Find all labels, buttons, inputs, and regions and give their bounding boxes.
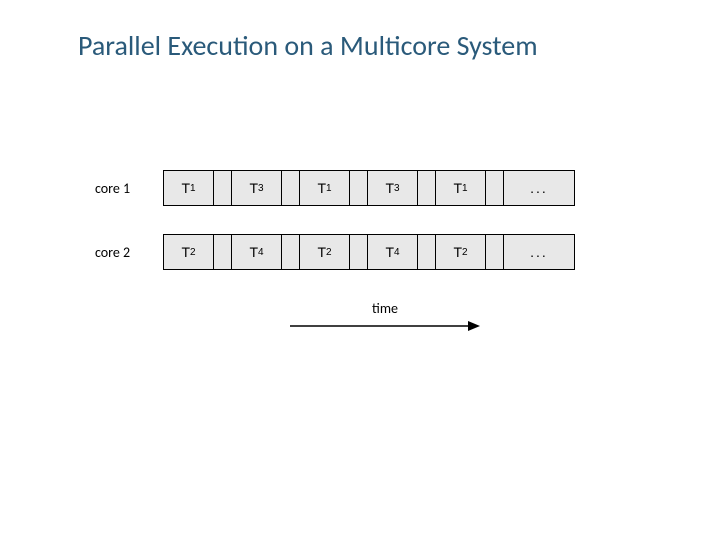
core1-gap-4 [418,171,436,205]
core-2-track: T2 T4 T2 T4 T2 ... [163,234,575,270]
core1-slot-2: T3 [232,171,282,205]
core2-gap-1 [214,235,232,269]
core-1-label: core 1 [95,180,155,197]
core1-slot-5: T1 [436,171,486,205]
time-axis: time [290,300,480,333]
core2-slot-5: T2 [436,235,486,269]
core2-gap-5 [486,235,504,269]
core2-gap-2 [282,235,300,269]
core2-ellipsis: ... [504,235,574,269]
time-label: time [290,300,480,317]
core2-slot-2: T4 [232,235,282,269]
core1-gap-5 [486,171,504,205]
core1-gap-2 [282,171,300,205]
core2-slot-3: T2 [300,235,350,269]
multicore-diagram: core 1 T1 T3 T1 T3 T1 ... core 2 T2 T4 T… [95,170,575,298]
core1-gap-3 [350,171,368,205]
core2-gap-3 [350,235,368,269]
core1-slot-4: T3 [368,171,418,205]
core1-gap-1 [214,171,232,205]
core1-slot-1: T1 [164,171,214,205]
core-2-label: core 2 [95,244,155,261]
core2-slot-4: T4 [368,235,418,269]
core2-slot-1: T2 [164,235,214,269]
core1-slot-3: T1 [300,171,350,205]
slide-title: Parallel Execution on a Multicore System [78,28,538,63]
core-row-2: core 2 T2 T4 T2 T4 T2 ... [95,234,575,270]
core1-ellipsis: ... [504,171,574,205]
core-row-1: core 1 T1 T3 T1 T3 T1 ... [95,170,575,206]
time-arrow-icon [290,319,480,333]
core-1-track: T1 T3 T1 T3 T1 ... [163,170,575,206]
core2-gap-4 [418,235,436,269]
